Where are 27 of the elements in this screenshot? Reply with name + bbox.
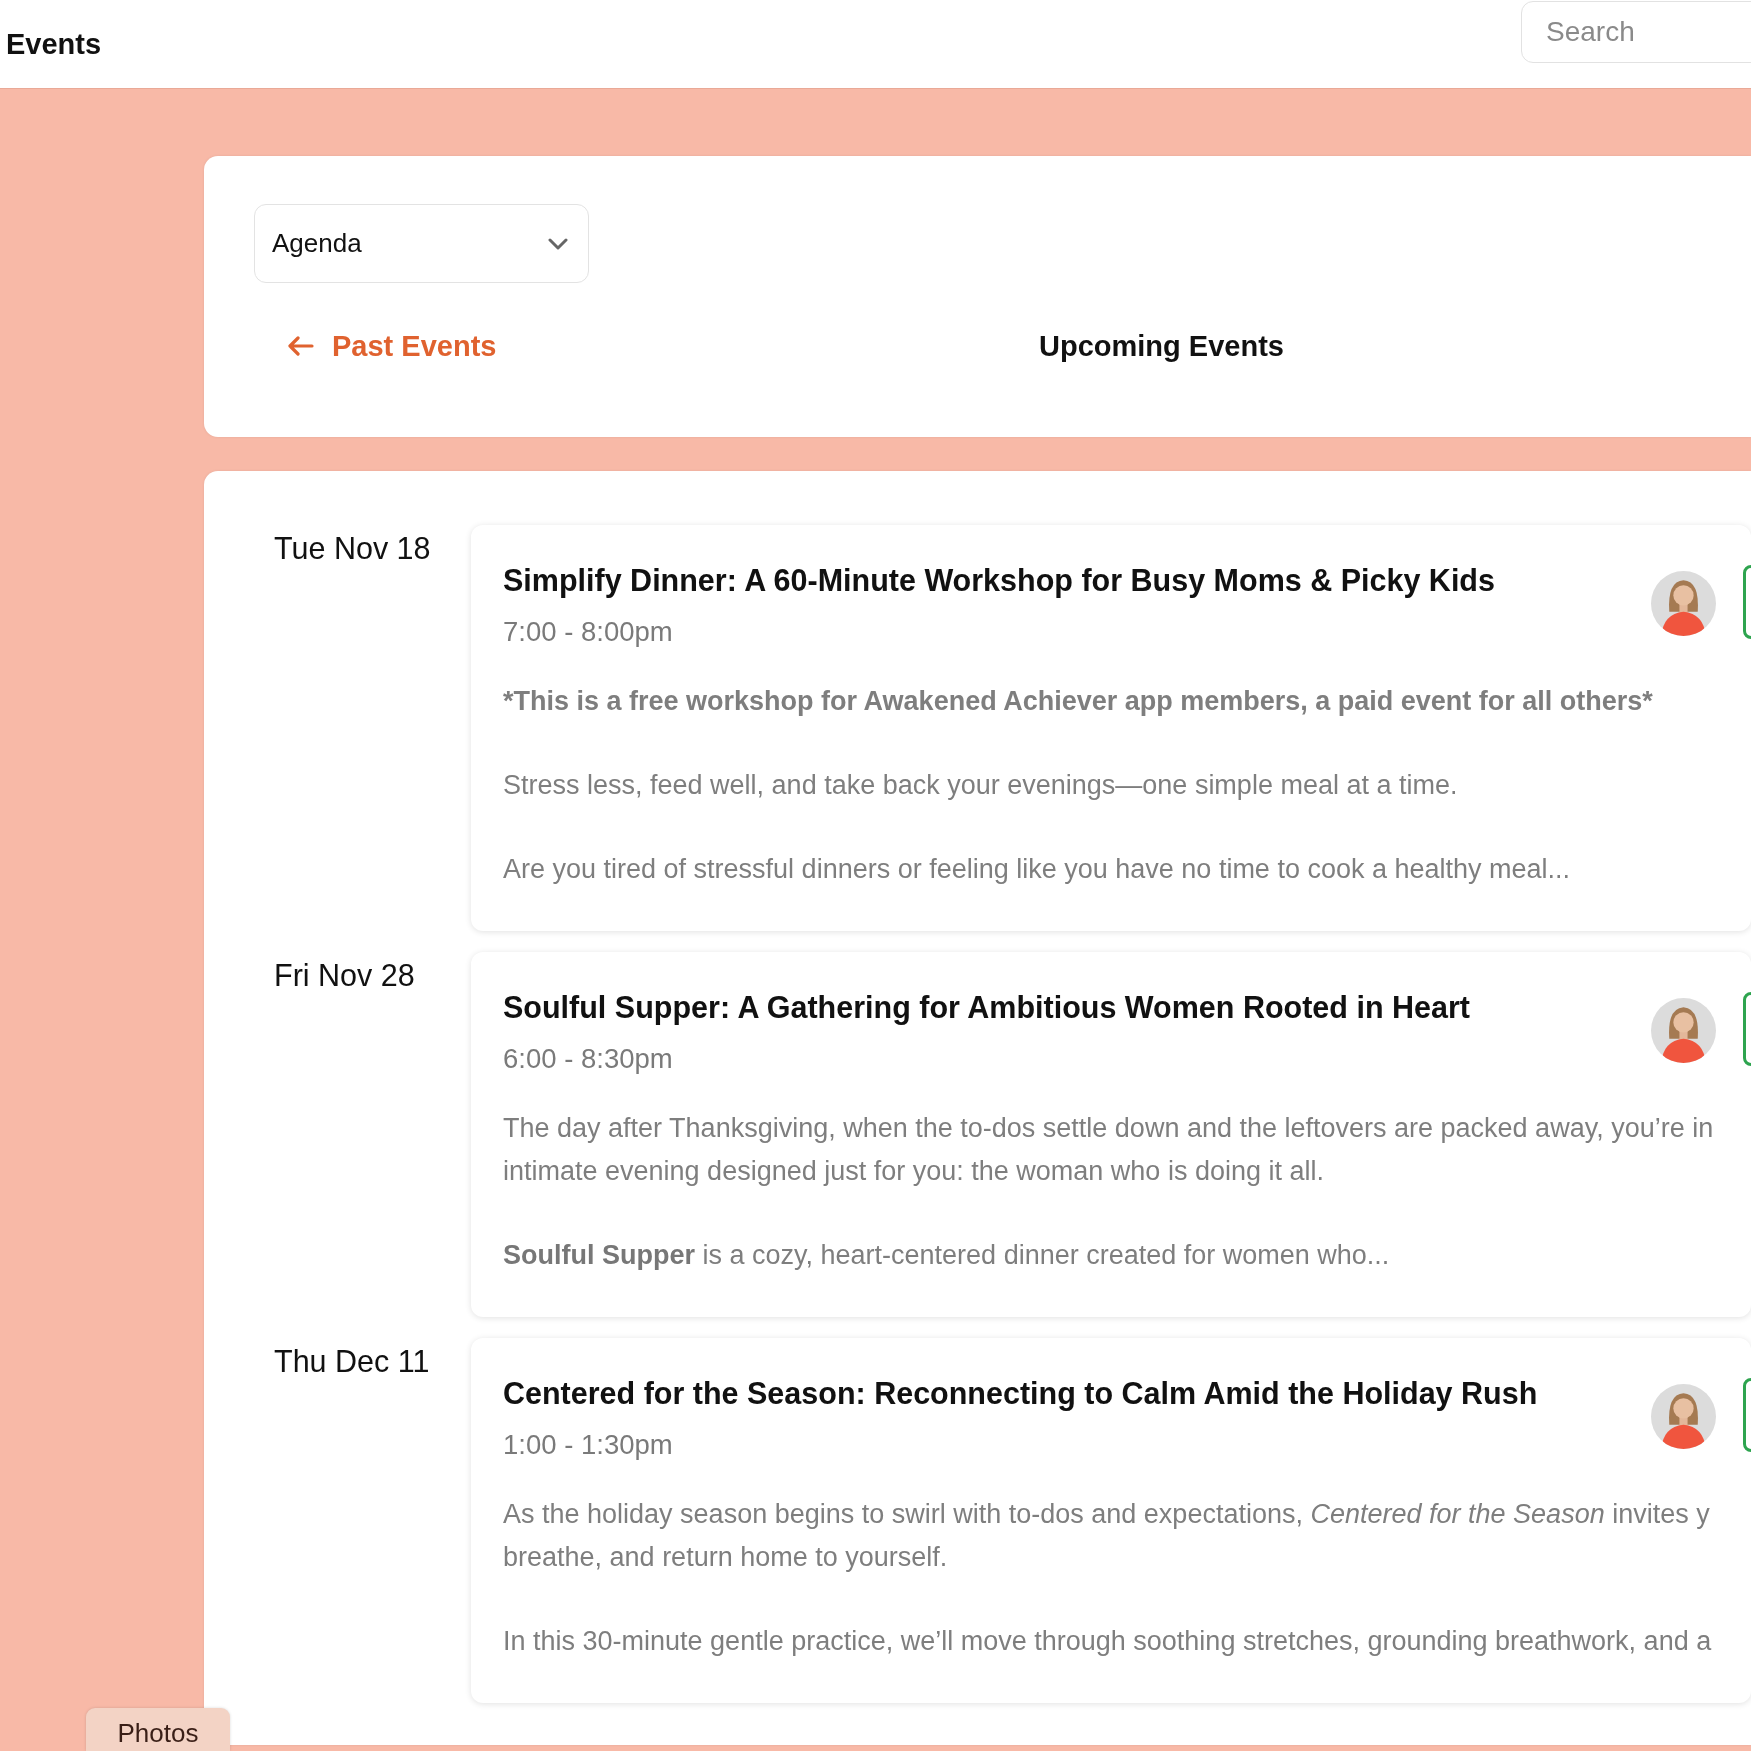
event-date: Tue Nov 18 [274,530,432,567]
view-dropdown[interactable]: Agenda [254,204,589,283]
event-card[interactable] [471,1338,1751,1703]
event-title: Centered for the Season: Reconnecting to Calm Amid the Holiday Rush [503,1376,1539,1411]
event-date: Thu Dec 11 [274,1343,431,1380]
event-time: 7:00 - 8:00pm [503,616,674,648]
event-description: Soulful Supper is a cozy, heart-centered dinner created for women who... [503,1239,1391,1272]
search-field[interactable]: Search [1521,1,1751,63]
arrow-left-icon [287,336,314,356]
past-events-link[interactable]: Past Events [287,329,1039,363]
event-title: Simplify Dinner: A 60-Minute Workshop for Busy Moms & Picky Kids [503,563,1496,598]
event-description: Are you tired of stressful dinners or feeling like you have no time to cook a healthy meal... [503,853,1572,886]
event-description: Stress less, feed well, and take back your evenings—one simple meal at a time. [503,769,1459,802]
event-description: In this 30-minute gentle practice, we’ll move through soothing stretches, grounding breathwork, and a [503,1625,1713,1658]
page-title: Events [6,27,102,61]
event-note: *This is a free workshop for Awakened Achiever app members, a paid event for all others* [503,685,1654,718]
photos-tab[interactable]: Photos [86,1708,230,1751]
event-description: As the holiday season begins to swirl with to-dos and expectations, Centered for the Season invites y breathe, and return home to yourself. [503,1498,1711,1574]
event-card[interactable] [471,952,1751,1317]
event-title: Soulful Supper: A Gathering for Ambitious Women Rooted in Heart [503,990,1471,1025]
chevron-down-icon [548,237,568,250]
event-date: Fri Nov 28 [274,957,416,994]
event-card[interactable] [471,525,1751,931]
event-time: 1:00 - 1:30pm [503,1429,674,1461]
section-heading: Upcoming Events [1039,329,1284,363]
event-description: The day after Thanksgiving, when the to-dos settle down and the leftovers are packed away, you’re in intimate evening designed just for you: the woman who is doing it all. [503,1112,1715,1188]
event-time: 6:00 - 8:30pm [503,1043,674,1075]
